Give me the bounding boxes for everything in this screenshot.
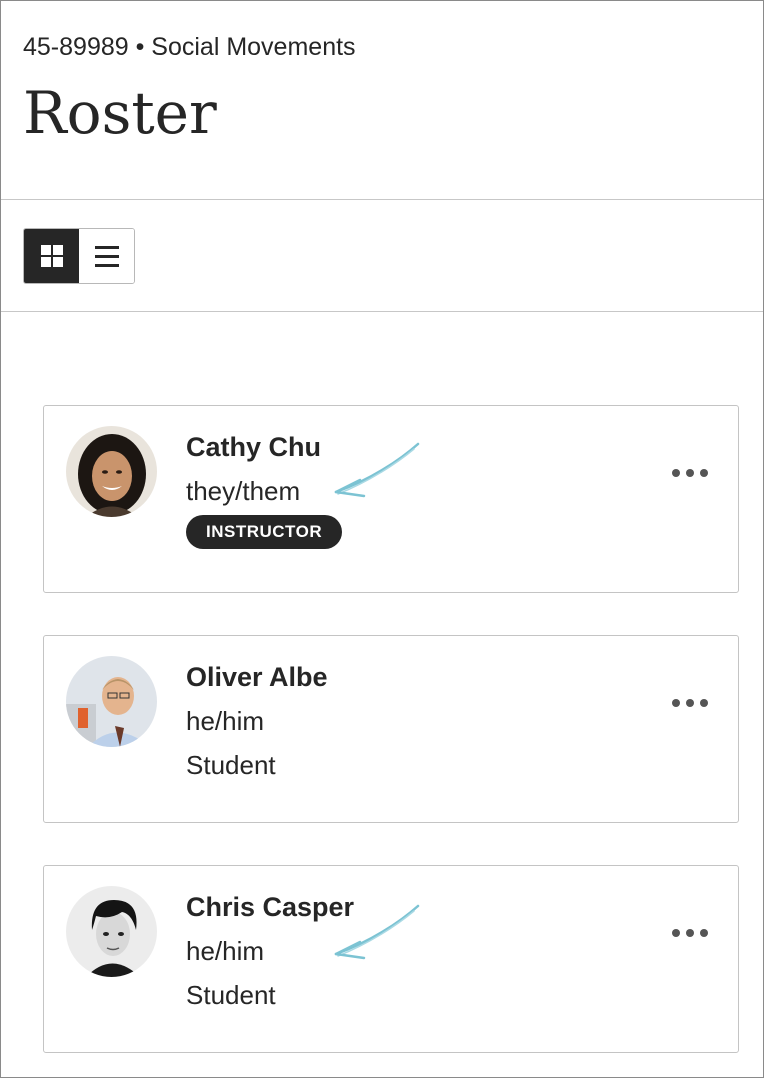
- roster-page: 45-89989 • Social Movements Roster Cathy…: [0, 0, 764, 1078]
- more-options-button[interactable]: [672, 694, 708, 712]
- roster-card[interactable]: Oliver Albe he/him Student: [43, 635, 739, 823]
- annotation-arrow-icon: [334, 904, 420, 960]
- roster-card[interactable]: Chris Casper he/him Student: [43, 865, 739, 1053]
- list-view-button[interactable]: [79, 229, 134, 283]
- more-options-button[interactable]: [672, 924, 708, 942]
- avatar[interactable]: [66, 656, 157, 747]
- member-name[interactable]: Oliver Albe: [186, 662, 328, 693]
- more-dot-icon: [686, 469, 694, 477]
- page-header: 45-89989 • Social Movements Roster: [1, 1, 763, 200]
- more-dot-icon: [700, 929, 708, 937]
- more-dot-icon: [672, 699, 680, 707]
- grid-view-button[interactable]: [24, 229, 79, 283]
- more-dot-icon: [686, 929, 694, 937]
- avatar[interactable]: [66, 886, 157, 977]
- roster-card[interactable]: Cathy Chu they/them INSTRUCTOR: [43, 405, 739, 593]
- view-toolbar: [1, 200, 763, 312]
- more-dot-icon: [700, 469, 708, 477]
- more-options-button[interactable]: [672, 464, 708, 482]
- member-pronouns: he/him: [186, 706, 265, 736]
- avatar[interactable]: [66, 426, 157, 517]
- member-pronouns: they/them: [186, 476, 301, 506]
- list-icon: [94, 245, 119, 267]
- member-pronouns: he/him: [186, 936, 265, 966]
- member-name[interactable]: Cathy Chu: [186, 432, 321, 463]
- member-role: Student: [186, 980, 276, 1010]
- more-dot-icon: [700, 699, 708, 707]
- page-title: Roster: [23, 79, 217, 147]
- grid-icon: [40, 245, 63, 267]
- more-dot-icon: [672, 929, 680, 937]
- view-toggle: [23, 228, 135, 284]
- more-dot-icon: [672, 469, 680, 477]
- member-role: Student: [186, 750, 276, 780]
- annotation-arrow-icon: [334, 442, 420, 498]
- role-badge: INSTRUCTOR: [186, 515, 343, 549]
- course-breadcrumb[interactable]: 45-89989 • Social Movements: [23, 33, 356, 62]
- more-dot-icon: [686, 699, 694, 707]
- member-name[interactable]: Chris Casper: [186, 892, 354, 923]
